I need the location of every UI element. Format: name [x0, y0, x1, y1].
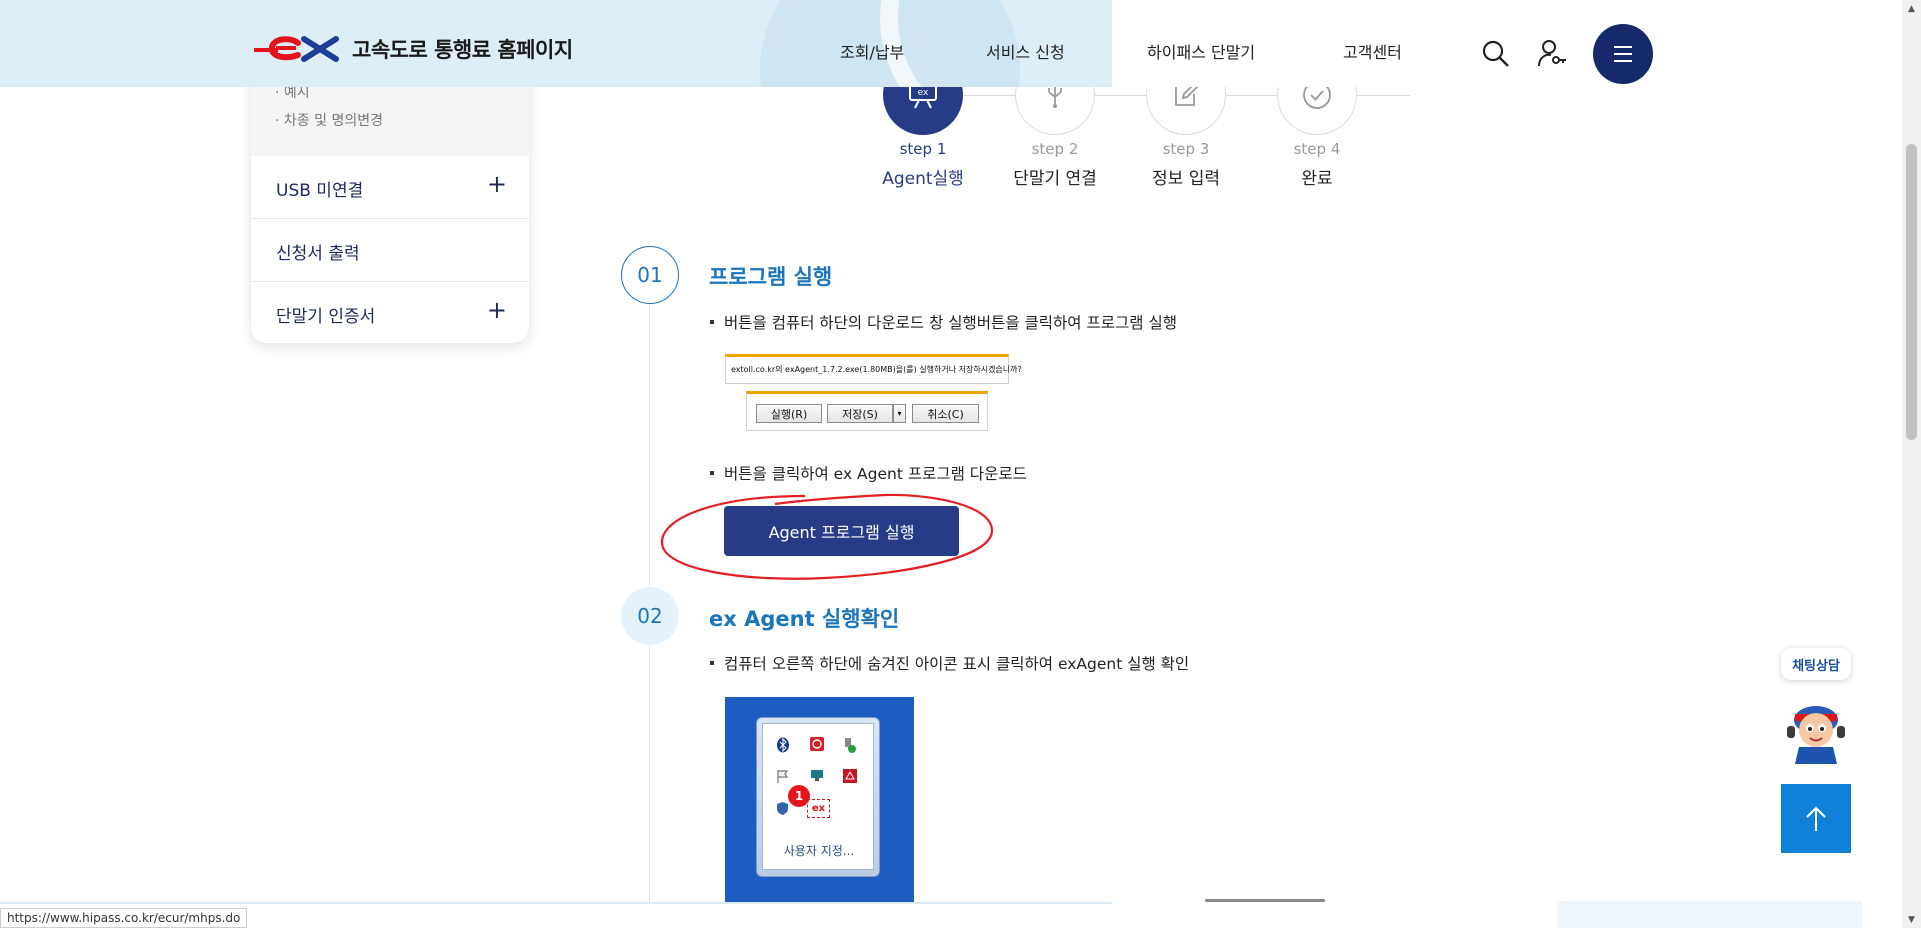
- plus-icon: +: [486, 170, 507, 198]
- flag-icon: [777, 770, 789, 783]
- footer-box: [1557, 901, 1862, 928]
- section-badge: 02: [621, 587, 679, 645]
- scrollbar[interactable]: ▲ ▼: [1902, 0, 1921, 928]
- agent-run-button[interactable]: Agent 프로그램 실행: [724, 506, 959, 556]
- scroll-up-icon[interactable]: ▲: [1902, 0, 1921, 17]
- pdf-icon: [843, 769, 857, 783]
- save-button: 저장(S): [827, 404, 893, 423]
- sidebar-item-certificate[interactable]: 단말기 인증서 +: [251, 282, 529, 343]
- arrow-up-icon: [1806, 806, 1826, 831]
- footer-gray-bar: [1205, 899, 1325, 902]
- bullet-text: 버튼을 컴퓨터 하단의 다운로드 창 실행버튼을 클릭하여 프로그램 실행: [710, 311, 1177, 333]
- chat-consult-button[interactable]: 채팅상담: [1781, 648, 1851, 680]
- mascot-icon[interactable]: [1781, 698, 1851, 768]
- svg-text:ex: ex: [918, 88, 929, 98]
- step-name: 단말기 연결: [1013, 169, 1097, 189]
- download-prompt: extoll.co.kr의 exAgent_1.7.2.exe(1.80MB)을…: [725, 354, 1022, 384]
- bluetooth-icon: [777, 737, 789, 753]
- scroll-down-icon[interactable]: ▼: [1902, 911, 1921, 928]
- sidebar: · 예시 · 차종 및 명의변경 USB 미연결 + 신청서 출력 단말기 인증…: [251, 60, 529, 343]
- step-name: Agent실행: [882, 169, 964, 189]
- tray-icons: 사용자 지정...: [762, 723, 874, 870]
- dropdown-arrow-icon: ▾: [893, 404, 906, 423]
- nav-item-hipass-device[interactable]: 하이패스 단말기: [1147, 39, 1255, 63]
- sidebar-item-print[interactable]: 신청서 출력: [251, 219, 529, 282]
- menu-button[interactable]: [1593, 24, 1653, 84]
- sidebar-item-usb[interactable]: USB 미연결 +: [251, 156, 529, 219]
- usb-safe-icon: [845, 738, 856, 753]
- ex-agent-tray-icon: ex: [807, 799, 830, 818]
- step-number: step 4: [1293, 140, 1341, 158]
- sidebar-item-label: USB 미연결: [276, 181, 364, 201]
- step-number: step 3: [1162, 140, 1210, 158]
- bullet-text: 버튼을 클릭하여 ex Agent 프로그램 다운로드: [710, 462, 1027, 484]
- plus-icon: +: [486, 296, 507, 324]
- run-button: 실행(R): [756, 404, 822, 423]
- site-title: 고속도로 통행료 홈페이지: [352, 38, 573, 62]
- download-buttons-image: 실행(R) 저장(S) ▾ 취소(C): [746, 391, 988, 431]
- section-title: ex Agent 실행확인: [709, 607, 900, 631]
- sidebar-sub-item[interactable]: · 차종 및 명의변경: [275, 110, 383, 130]
- sidebar-item-label: 신청서 출력: [276, 244, 360, 264]
- cancel-button: 취소(C): [912, 404, 979, 423]
- section-badge: 01: [621, 246, 679, 304]
- bullet-text: 컴퓨터 오른쪽 하단에 숨겨진 아이콘 표시 클릭하여 exAgent 실행 확…: [709, 652, 1189, 674]
- hamburger-icon: [1614, 46, 1632, 62]
- footer-strip: [0, 902, 1112, 904]
- step-number: step 1: [899, 140, 947, 158]
- shield-icon: [777, 802, 788, 815]
- status-bar-url: https://www.hipass.co.kr/ecur/mhps.do: [0, 908, 248, 928]
- scroll-thumb[interactable]: [1906, 144, 1917, 440]
- scroll-top-button[interactable]: [1781, 784, 1851, 853]
- tray-customize-link: 사용자 지정...: [783, 844, 855, 858]
- step-name: 완료: [1301, 169, 1333, 189]
- site-logo[interactable]: 고속도로 통행료 홈페이지: [252, 34, 573, 64]
- nav-item-inquiry[interactable]: 조회/납부: [840, 39, 904, 63]
- network-icon: [811, 770, 823, 781]
- section-title: 프로그램 실행: [709, 265, 833, 289]
- step-number: step 2: [1031, 140, 1079, 158]
- user-key-icon[interactable]: [1537, 38, 1567, 72]
- ex-logo-icon: [254, 36, 339, 62]
- tray-panel: 사용자 지정...: [756, 717, 880, 877]
- step-name: 정보 입력: [1152, 169, 1220, 189]
- site-header: 고속도로 통행료 홈페이지 조회/납부 서비스 신청 하이패스 단말기 고객센터: [0, 0, 1902, 87]
- nav-item-customer-center[interactable]: 고객센터: [1343, 39, 1402, 63]
- nav-item-service[interactable]: 서비스 신청: [986, 39, 1065, 63]
- sidebar-item-label: 단말기 인증서: [276, 307, 376, 327]
- search-icon[interactable]: [1482, 40, 1510, 72]
- app-red-icon: [810, 737, 824, 751]
